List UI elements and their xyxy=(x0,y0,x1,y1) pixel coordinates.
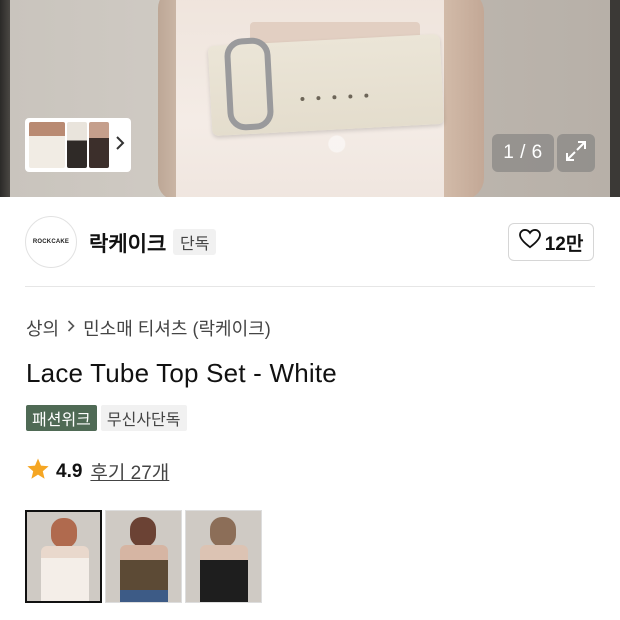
like-button[interactable]: 12만 xyxy=(508,223,594,261)
product-tags: 패션위크 무신사단독 xyxy=(26,405,187,431)
gallery-thumbnail xyxy=(29,122,65,168)
heart-icon xyxy=(518,228,541,255)
breadcrumb-category[interactable]: 상의 xyxy=(26,315,59,341)
chevron-right-icon xyxy=(67,319,75,338)
product-title: Lace Tube Top Set - White xyxy=(26,358,337,388)
expand-icon xyxy=(565,140,587,167)
divider xyxy=(25,286,595,287)
expand-button[interactable] xyxy=(557,134,595,172)
tag-fashion-week: 패션위크 xyxy=(26,405,97,431)
like-count: 12만 xyxy=(544,233,584,255)
variant-thumbnail-brown[interactable] xyxy=(105,510,182,603)
gallery-thumbnail-strip[interactable] xyxy=(25,118,131,172)
gallery-thumbnail xyxy=(67,122,87,168)
breadcrumb: 상의 민소매 티셔츠 (락케이크) xyxy=(26,315,271,341)
variant-thumbnails xyxy=(25,510,262,603)
breadcrumb-subcategory[interactable]: 민소매 티셔츠 (락케이크) xyxy=(83,315,271,341)
brand-name[interactable]: 락케이크 xyxy=(89,228,166,258)
gallery-thumbnail xyxy=(89,122,109,168)
variant-thumbnail-black[interactable] xyxy=(185,510,262,603)
brand-logo[interactable]: ROCKCAKE xyxy=(25,216,77,268)
tag-musinsa-exclusive: 무신사단독 xyxy=(100,405,187,431)
rating-score: 4.9 xyxy=(56,460,83,482)
image-counter: 1 / 6 xyxy=(492,134,554,172)
variant-thumbnail-white[interactable] xyxy=(25,510,102,603)
brand-logo-text: ROCKCAKE xyxy=(32,239,70,245)
rating: 4.9 후기 27개 xyxy=(26,457,169,486)
belt-buckle xyxy=(223,36,275,132)
chevron-right-icon xyxy=(115,135,125,156)
star-icon xyxy=(26,457,50,486)
review-link[interactable]: 후기 27개 xyxy=(90,458,169,485)
product-main-image[interactable]: 1 / 6 xyxy=(0,0,620,197)
exclusive-badge: 단독 xyxy=(173,229,217,255)
